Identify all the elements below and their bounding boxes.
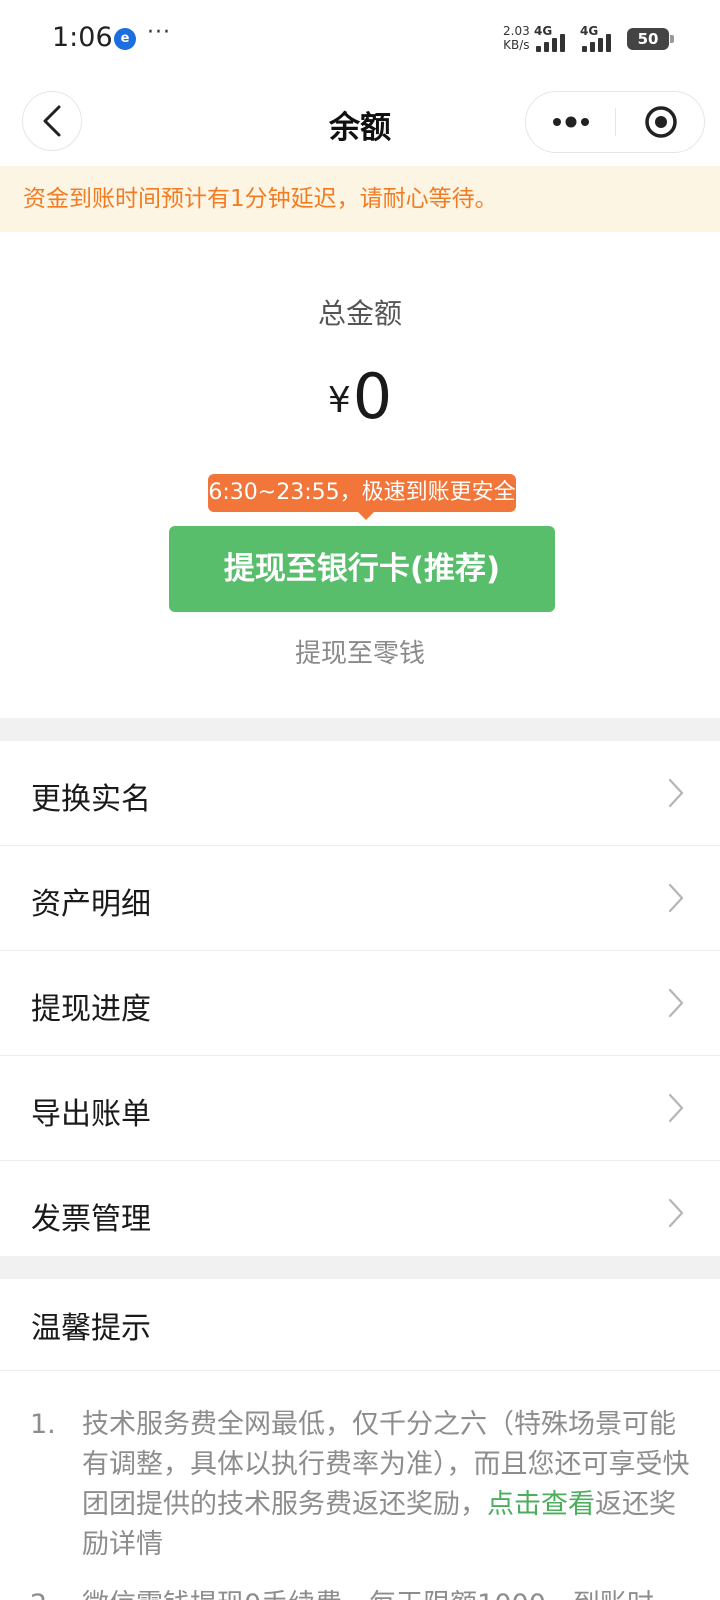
withdraw-to-bank-button[interactable]: 提现至银行卡(推荐) [169, 526, 555, 612]
menu-list: 更换实名 资产明细 提现进度 导出账单 发票管理 [0, 741, 720, 1266]
section-divider [0, 1256, 720, 1279]
section-divider [0, 718, 720, 741]
tip-item: 1. 技术服务费全网最低，仅千分之六（特殊场景可能有调整，具体以执行费率为准），… [30, 1405, 690, 1565]
network-speed-unit: KB/s [503, 38, 530, 52]
currency-symbol: ¥ [327, 380, 351, 421]
tips-divider [0, 1370, 720, 1371]
miniprogram-capsule [525, 91, 705, 153]
navigation-bar: 余额 [0, 80, 720, 166]
withdraw-time-tip: 6:30~23:55，极速到账更安全 [208, 474, 516, 520]
menu-item-label: 导出账单 [31, 1097, 151, 1132]
tip-text: 微信零钱提现0手续费，每天限额1000，到账时 [82, 1589, 654, 1600]
tip-number: 2. [30, 1585, 56, 1600]
chevron-right-icon [668, 1198, 684, 1228]
menu-item-label: 提现进度 [31, 992, 151, 1027]
app-notification-icon: e [114, 28, 136, 50]
view-reward-details-link[interactable]: 点击查看 [487, 1489, 595, 1520]
menu-item-label: 资产明细 [31, 887, 151, 922]
menu-item-label: 更换实名 [31, 782, 151, 817]
balance-value: 0 [352, 360, 393, 433]
tips-title: 温馨提示 [31, 1311, 151, 1346]
menu-item-invoice-management[interactable]: 发票管理 [0, 1161, 720, 1266]
target-icon [644, 106, 677, 138]
tip-number: 1. [30, 1409, 56, 1440]
menu-item-withdraw-progress[interactable]: 提现进度 [0, 951, 720, 1056]
withdraw-to-wallet-link[interactable]: 提现至零钱 [0, 633, 720, 670]
menu-item-label: 发票管理 [31, 1202, 151, 1237]
network-speed-value: 2.03 [503, 24, 530, 38]
menu-item-asset-details[interactable]: 资产明细 [0, 846, 720, 951]
balance-amount: ¥0 [0, 360, 720, 433]
network-speed: 2.03 KB/s [503, 24, 530, 52]
status-bar: 1:06 e ··· 2.03 KB/s 4G 4G 50 [0, 0, 720, 80]
more-dots-icon [552, 116, 589, 128]
balance-label: 总金额 [317, 297, 402, 330]
chevron-right-icon [668, 1093, 684, 1123]
chevron-right-icon [668, 778, 684, 808]
menu-item-export-bill[interactable]: 导出账单 [0, 1056, 720, 1161]
more-menu-button[interactable] [526, 92, 615, 152]
more-notifications-icon: ··· [147, 20, 171, 45]
battery-icon: 50 [627, 28, 674, 50]
close-miniprogram-button[interactable] [616, 92, 705, 152]
chevron-right-icon [668, 883, 684, 913]
chevron-right-icon [668, 988, 684, 1018]
tip-item: 2. 微信零钱提现0手续费，每天限额1000，到账时 [30, 1585, 690, 1600]
notice-banner: 资金到账时间预计有1分钟延迟，请耐心等待。 [0, 166, 720, 232]
menu-item-change-realname[interactable]: 更换实名 [0, 741, 720, 846]
status-time: 1:06 [52, 22, 113, 53]
tips-list: 1. 技术服务费全网最低，仅千分之六（特殊场景可能有调整，具体以执行费率为准），… [30, 1405, 690, 1600]
